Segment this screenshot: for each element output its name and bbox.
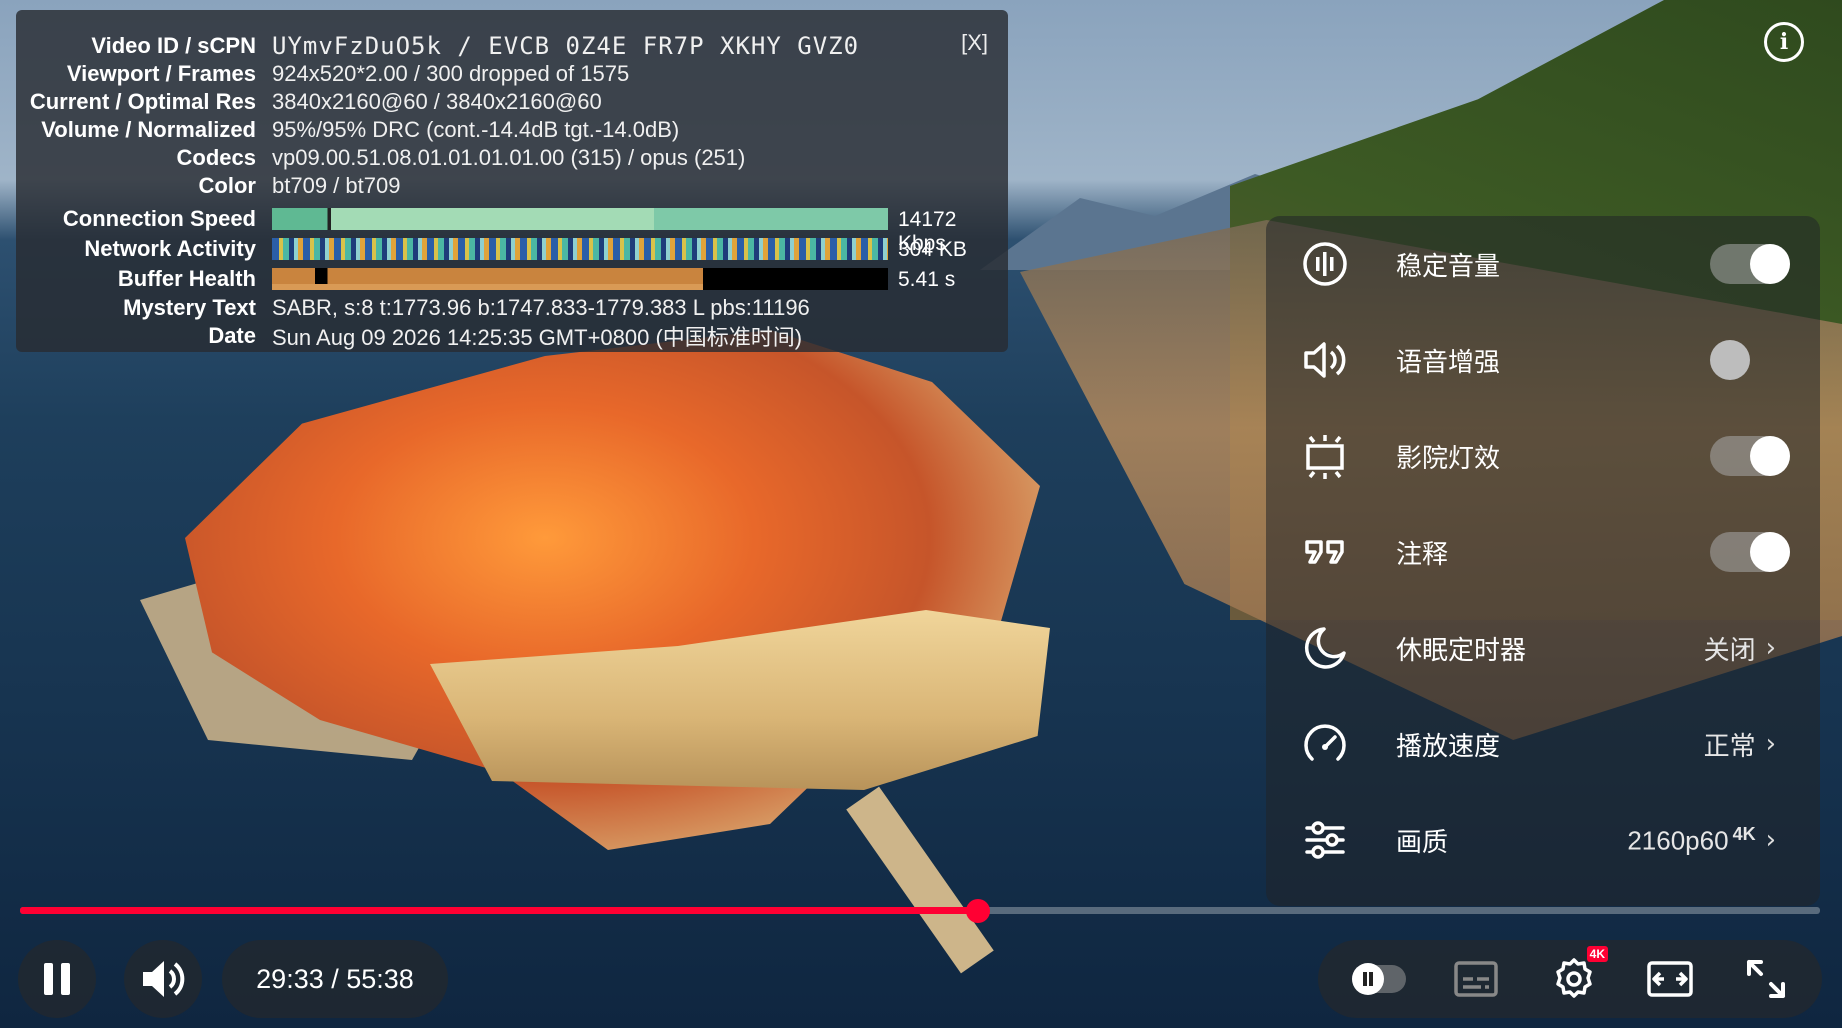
setting-label: 影院灯效: [1396, 443, 1501, 474]
setting-label: 画质: [1396, 827, 1449, 858]
stats-label: Color: [198, 173, 256, 198]
playback-speed-value: 正常 ›: [1703, 729, 1776, 761]
theater-mode-button[interactable]: [1642, 952, 1698, 1006]
stable-volume-toggle[interactable]: [1710, 244, 1790, 284]
setting-sleep-timer[interactable]: 休眠定时器 关闭 ›: [1266, 600, 1820, 696]
stats-value: 924x520*2.00 / 300 dropped of 1575: [272, 61, 630, 86]
stable-volume-icon: [1300, 239, 1350, 289]
sleep-timer-icon: [1300, 623, 1350, 673]
quality-value: 2160p60 4K ›: [1627, 823, 1776, 856]
gear-icon: [1556, 958, 1592, 998]
quality-icon: [1300, 815, 1350, 865]
setting-label: 休眠定时器: [1396, 635, 1527, 666]
buffer-health-value: 5.41 s: [898, 268, 956, 291]
stats-row-date: Date Sun Aug 09 2026 14:25:35 GMT+0800 (…: [16, 322, 802, 350]
stats-value: bt709 / bt709: [272, 173, 401, 198]
stats-for-nerds-panel: [X] Video ID / sCPN UYmvFzDuO5k / EVCB 0…: [16, 10, 1008, 352]
stats-value: 3840x2160@60 / 3840x2160@60: [272, 89, 602, 114]
mute-button[interactable]: [124, 940, 202, 1018]
time-separator: /: [323, 963, 347, 994]
stats-value: SABR, s:8 t:1773.96 b:1747.833-1779.383 …: [272, 295, 810, 320]
setting-label: 播放速度: [1396, 731, 1501, 762]
stats-label: Network Activity: [84, 236, 256, 261]
chevron-right-icon: ›: [1765, 633, 1776, 663]
ambient-mode-icon: [1300, 431, 1350, 481]
stats-label: Codecs: [176, 145, 256, 170]
stats-label: Buffer Health: [117, 266, 256, 291]
setting-ambient-mode[interactable]: 影院灯效: [1266, 408, 1820, 504]
voice-boost-toggle[interactable]: [1710, 340, 1790, 380]
autoplay-toggle[interactable]: [1346, 959, 1412, 999]
time-display: 29:33 / 55:38: [222, 940, 448, 1018]
stats-value: vp09.00.51.08.01.01.01.01.00 (315) / opu…: [272, 145, 746, 170]
stats-label: Current / Optimal Res: [29, 89, 256, 114]
setting-voice-boost[interactable]: 语音增强: [1266, 312, 1820, 408]
stats-row-resolution: Current / Optimal Res 3840x2160@60 / 384…: [16, 88, 602, 116]
hd-badge: 4K: [1586, 946, 1608, 962]
volume-icon: [143, 961, 185, 997]
annotations-toggle[interactable]: [1710, 532, 1790, 572]
fullscreen-button[interactable]: [1738, 952, 1794, 1006]
stats-label: Volume / Normalized: [41, 117, 256, 142]
stats-row-buffer-health: Buffer Health: [16, 265, 272, 293]
stats-row-codecs: Codecs vp09.00.51.08.01.01.01.01.00 (315…: [16, 144, 746, 172]
progress-played: [20, 907, 978, 914]
setting-quality[interactable]: 画质 2160p60 4K ›: [1266, 792, 1820, 888]
stats-label: Connection Speed: [62, 206, 256, 231]
stats-row-color: Color bt709 / bt709: [16, 172, 401, 200]
setting-label: 语音增强: [1396, 347, 1501, 378]
info-icon[interactable]: i: [1764, 22, 1804, 62]
setting-playback-speed[interactable]: 播放速度 正常 ›: [1266, 696, 1820, 792]
stats-row-volume: Volume / Normalized 95%/95% DRC (cont.-1…: [16, 116, 679, 144]
play-pause-button[interactable]: [18, 940, 96, 1018]
pier: [846, 786, 994, 974]
subtitles-icon: [1454, 961, 1498, 997]
setting-stable-volume[interactable]: 稳定音量: [1266, 216, 1820, 312]
quality-4k-badge: 4K: [1732, 823, 1756, 844]
connection-speed-graph: [272, 208, 888, 230]
stats-label: Date: [208, 323, 256, 348]
stats-row-mystery-text: Mystery Text SABR, s:8 t:1773.96 b:1747.…: [16, 294, 810, 322]
network-activity-value: 304 KB: [898, 238, 967, 261]
stats-row-connection-speed: Connection Speed: [16, 205, 272, 233]
playback-speed-icon: [1300, 719, 1350, 769]
stats-row-viewport: Viewport / Frames 924x520*2.00 / 300 dro…: [16, 60, 629, 88]
stats-label: Viewport / Frames: [66, 61, 256, 86]
progress-bar[interactable]: [20, 899, 1820, 923]
stats-label: Mystery Text: [123, 295, 256, 320]
subtitles-button[interactable]: [1450, 955, 1502, 1003]
settings-button[interactable]: 4K: [1546, 946, 1608, 1006]
voice-boost-icon: [1300, 335, 1350, 385]
stats-label: Video ID / sCPN: [91, 33, 256, 58]
theater-mode-icon: [1647, 961, 1693, 997]
stats-row-network-activity: Network Activity: [16, 235, 272, 263]
fullscreen-icon: [1747, 960, 1785, 998]
stats-value: UYmvFzDuO5k / EVCB 0Z4E FR7P XKHY GVZ0: [272, 32, 860, 60]
setting-label: 稳定音量: [1396, 251, 1501, 282]
duration: 55:38: [346, 963, 414, 994]
current-time: 29:33: [256, 963, 324, 994]
pause-icon: [44, 963, 70, 995]
settings-panel: 稳定音量 语音增强 影院灯效 注释 休眠定时器 关闭 › 播放速度 正常 › 画…: [1266, 216, 1820, 906]
stats-row-video-id: Video ID / sCPN UYmvFzDuO5k / EVCB 0Z4E …: [16, 32, 859, 60]
buffer-health-graph: [272, 268, 888, 290]
chevron-right-icon: ›: [1765, 825, 1776, 855]
network-activity-graph: [272, 238, 888, 260]
stats-value: Sun Aug 09 2026 14:25:35 GMT+0800 (中国标准时…: [272, 325, 803, 350]
annotations-icon: [1300, 527, 1350, 577]
chevron-right-icon: ›: [1765, 729, 1776, 759]
progress-scrubber[interactable]: [965, 899, 990, 923]
stats-value: 95%/95% DRC (cont.-14.4dB tgt.-14.0dB): [272, 117, 680, 142]
setting-label: 注释: [1396, 539, 1449, 570]
sleep-timer-value: 关闭 ›: [1703, 633, 1776, 665]
stats-close-button[interactable]: [X]: [961, 30, 988, 56]
ambient-mode-toggle[interactable]: [1710, 436, 1790, 476]
setting-annotations[interactable]: 注释: [1266, 504, 1820, 600]
